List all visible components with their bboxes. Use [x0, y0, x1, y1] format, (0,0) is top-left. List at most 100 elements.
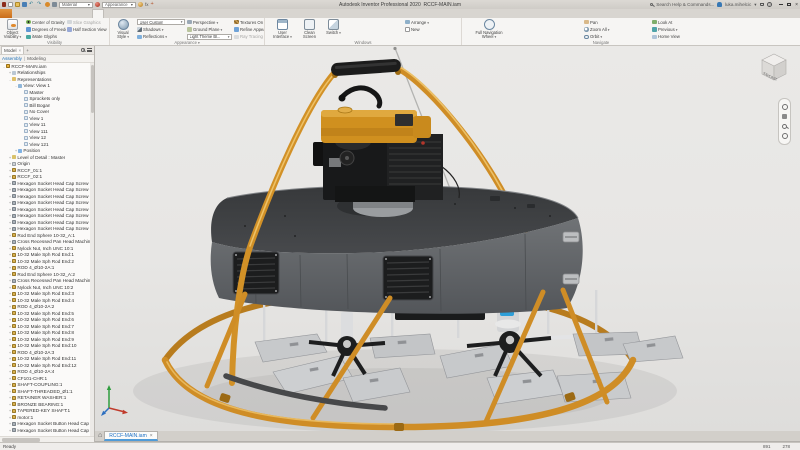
viewport-canvas[interactable]: FRONT	[95, 46, 800, 431]
ground-plane-button[interactable]: Ground Plane	[187, 26, 232, 32]
nav-pan-icon[interactable]	[782, 114, 787, 119]
reflections-icon	[137, 35, 142, 40]
tree-item[interactable]: + Hexagon Socket Button Head Cap Scr	[0, 427, 90, 434]
reflections-button[interactable]: Reflections	[137, 34, 185, 40]
arrange-button[interactable]: Arrange	[405, 19, 457, 25]
restore-button[interactable]	[787, 3, 791, 7]
navigation-bar[interactable]	[778, 98, 791, 145]
color-override-icon[interactable]	[95, 2, 100, 7]
shadows-button[interactable]: Shadows	[137, 26, 185, 32]
ribbon-tab[interactable]	[52, 9, 62, 18]
appearance-panel-label[interactable]: Appearance	[110, 40, 264, 45]
perspective-button[interactable]: Perspective	[187, 19, 232, 25]
signed-in-user[interactable]: luka.mihelcic	[725, 2, 751, 7]
search-icon	[650, 3, 654, 7]
minimize-button[interactable]	[779, 4, 783, 5]
light-theme-combo[interactable]: Light Theme Bl...▾	[187, 34, 232, 40]
ribbon-tab[interactable]	[144, 9, 154, 18]
add-qat-icon[interactable]: +	[151, 2, 154, 7]
pan-button[interactable]: Pan	[584, 19, 640, 25]
new-window-button[interactable]: New	[405, 26, 457, 32]
ribbon-tab[interactable]	[134, 9, 144, 18]
ribbon-tab[interactable]	[0, 9, 12, 18]
ribbon-tab[interactable]	[22, 9, 32, 18]
ribbon-tab[interactable]	[62, 9, 72, 18]
ribbon-tab[interactable]	[12, 9, 22, 18]
ribbon-tab[interactable]	[114, 9, 124, 18]
tree-item-label: SHAFT-COUPLING:1	[17, 382, 62, 387]
browser-tab-model[interactable]: Model×	[1, 46, 24, 54]
new-file-icon[interactable]	[8, 2, 13, 7]
visibility-panel-label[interactable]: Visibility	[0, 40, 109, 45]
user-menu-caret[interactable]: ▾	[754, 2, 756, 8]
save-icon[interactable]	[22, 2, 27, 7]
view-cube[interactable]: FRONT	[756, 51, 792, 83]
imate-glyph-icon	[26, 35, 31, 40]
user-interface-button[interactable]: User Interface	[270, 19, 295, 40]
tree-item-icon	[12, 227, 16, 231]
degrees-of-freedom-button[interactable]: Degrees of Freedom	[26, 26, 66, 32]
refine-appearance-button[interactable]: Refine Appearance	[234, 26, 264, 32]
clean-screen-button[interactable]: Clean Screen	[298, 19, 321, 40]
object-visibility-button[interactable]: Object Visibility	[1, 19, 24, 40]
status-message: Ready	[0, 444, 16, 449]
home-tab-icon[interactable]: ⌂	[98, 431, 102, 441]
browser-subtab-assembly[interactable]: Assembly	[2, 56, 22, 61]
ribbon-tab[interactable]	[124, 9, 134, 18]
look-at-button[interactable]: Look At	[652, 19, 722, 25]
ribbon-tab[interactable]	[32, 9, 42, 18]
tree-item-icon	[12, 370, 16, 374]
document-tab-close-icon[interactable]: ×	[150, 433, 153, 439]
browser-subtab-modeling[interactable]: Modeling	[27, 56, 46, 61]
slice-graphics-button: Slice Graphics	[67, 19, 109, 25]
search-input[interactable]: Search Help & Commands...	[656, 2, 714, 7]
browser-menu-icon[interactable]	[87, 48, 92, 52]
appearance-dropdown[interactable]: Appearance▾	[102, 2, 136, 8]
store-cart-icon[interactable]	[760, 3, 765, 7]
measure-icon[interactable]	[52, 2, 57, 7]
ribbon-tab[interactable]	[72, 9, 82, 18]
nav-wheel-icon[interactable]	[782, 104, 788, 110]
nav-orbit-icon[interactable]	[782, 133, 788, 139]
tree-item-label: 10-32 Male Sph Rod End:12	[17, 363, 76, 368]
document-tab-active[interactable]: RCCF-MAIN.iam ×	[104, 431, 157, 441]
tree-item-label: TAPERED-KEY SHAFT:1	[17, 408, 70, 413]
previous-view-button[interactable]: Previous	[652, 26, 722, 32]
undo-icon[interactable]: ↶	[29, 2, 35, 7]
browser-vertical-scrollbar[interactable]	[90, 63, 94, 436]
update-icon[interactable]	[45, 2, 50, 7]
nav-zoom-icon[interactable]	[782, 124, 787, 129]
tree-item-label: 10-32 Male Sph Rod End:8	[17, 330, 74, 335]
textures-on-button[interactable]: Textures On	[234, 19, 264, 25]
ribbon-tab[interactable]	[92, 9, 104, 18]
browser-tab-close-icon[interactable]: ×	[19, 48, 22, 53]
open-file-icon[interactable]	[15, 2, 20, 7]
tree-item-icon	[24, 136, 28, 140]
material-dropdown[interactable]: Material▾	[59, 2, 93, 8]
browser-add-tab-button[interactable]: +	[26, 48, 29, 53]
ribbon-tab[interactable]	[104, 9, 114, 18]
windows-panel-label[interactable]: Windows	[265, 40, 461, 45]
orbit-button[interactable]: Orbit	[584, 34, 640, 40]
full-navigation-wheel-button[interactable]: Full Navigation Wheel	[474, 19, 504, 40]
redo-icon[interactable]: ↷	[37, 2, 43, 7]
center-of-gravity-button[interactable]: Center of Gravity	[26, 19, 66, 25]
parameters-fx-icon[interactable]: fx	[145, 2, 149, 7]
imate-glyphs-button[interactable]: iMate Glyphs	[26, 34, 66, 40]
help-icon[interactable]: ?	[767, 2, 772, 7]
orbit-icon	[584, 35, 589, 40]
half-section-view-button[interactable]: Half Section View	[67, 26, 109, 32]
lighting-style-combo[interactable]: User Custom▾	[137, 19, 185, 25]
adjust-appearance-icon[interactable]	[138, 2, 143, 7]
switch-windows-button[interactable]: Switch	[324, 19, 343, 35]
tree-item-icon	[12, 344, 16, 348]
visual-style-button[interactable]: Visual Style	[112, 19, 134, 40]
browser-search-icon[interactable]	[81, 48, 85, 52]
browser-subtabs: Assembly | Modeling	[0, 55, 94, 63]
zoom-all-button[interactable]: Zoom All	[584, 26, 640, 32]
close-button[interactable]: ×	[795, 2, 798, 8]
home-view-button[interactable]: Home View	[652, 34, 722, 40]
ribbon-tab[interactable]	[82, 9, 92, 18]
navigate-panel-label[interactable]: Navigate	[462, 40, 740, 45]
ribbon-tab[interactable]	[42, 9, 52, 18]
